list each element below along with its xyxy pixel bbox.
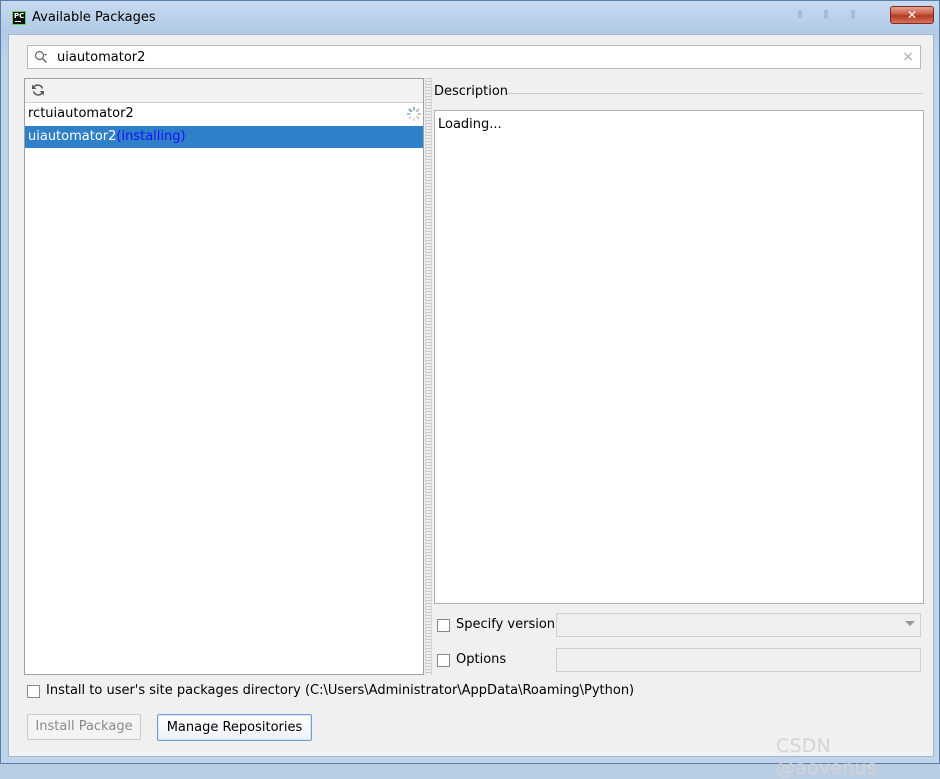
pycharm-icon: PC	[12, 11, 26, 25]
list-toolbar	[25, 79, 423, 103]
background-icon: ▮	[823, 7, 830, 20]
description-label: Description	[434, 84, 509, 99]
title-bar: PC Available Packages ▮ ▮ ▮ ✕	[1, 1, 939, 34]
description-divider	[507, 93, 923, 94]
options-label: Options	[456, 652, 507, 667]
window-title: Available Packages	[32, 10, 156, 25]
manage-repositories-button[interactable]: Manage Repositories	[157, 714, 312, 741]
background-icon: ▮	[797, 7, 804, 20]
specify-version-label: Specify version	[456, 617, 556, 632]
watermark: CSDN @aovenus	[776, 735, 877, 779]
search-box[interactable]: ×	[27, 45, 921, 69]
package-name: rctuiautomator2	[28, 106, 134, 121]
package-name: uiautomator2	[28, 129, 117, 144]
available-packages-window: PC Available Packages ▮ ▮ ▮ ✕ ×	[0, 0, 940, 779]
package-list-panel: rctuiautomator2 uiautomator2(installing)	[24, 78, 424, 675]
search-input[interactable]	[57, 48, 897, 66]
loading-spinner-icon	[406, 106, 422, 122]
options-field	[556, 648, 921, 672]
search-icon	[34, 50, 47, 63]
install-user-checkbox[interactable]	[27, 685, 40, 698]
list-item[interactable]: rctuiautomator2	[25, 103, 423, 125]
specify-version-checkbox[interactable]	[437, 619, 450, 632]
clear-icon[interactable]: ×	[902, 49, 914, 65]
version-select	[556, 613, 921, 637]
install-package-button: Install Package	[27, 714, 141, 740]
description-area: Loading...	[434, 110, 924, 604]
install-user-label: Install to user's site packages director…	[46, 683, 635, 698]
list-item-selected[interactable]: uiautomator2(installing)	[25, 126, 423, 148]
panel-splitter[interactable]	[425, 78, 432, 675]
chevron-down-icon	[905, 621, 915, 626]
install-status: (installing)	[116, 129, 186, 144]
close-button[interactable]: ✕	[890, 6, 934, 24]
description-text: Loading...	[438, 117, 502, 132]
refresh-icon[interactable]	[31, 83, 45, 97]
dialog-content: × rctuiautomator2	[8, 34, 934, 779]
options-checkbox[interactable]	[437, 654, 450, 667]
background-icon: ▮	[850, 7, 857, 20]
